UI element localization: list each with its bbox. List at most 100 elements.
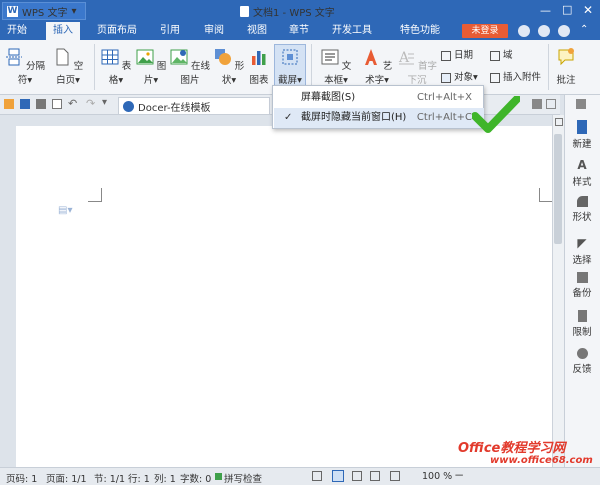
close-button[interactable]: ✕ — [583, 3, 593, 17]
paragraph-options-icon[interactable]: ▤▾ — [58, 205, 72, 216]
field-icon — [490, 50, 500, 61]
new-document-icon — [577, 120, 587, 134]
print-icon[interactable] — [36, 99, 46, 109]
page-view-icon[interactable] — [312, 471, 322, 481]
picture-button[interactable]: 图片▾ — [134, 48, 168, 86]
outline-view-icon[interactable] — [352, 471, 362, 481]
tab-page-layout[interactable]: 页面布局 — [92, 22, 142, 40]
field-button[interactable]: 域 — [490, 47, 520, 61]
redo-icon[interactable]: ↷ — [86, 97, 95, 110]
table-button[interactable]: 表格▾ — [100, 48, 132, 86]
screenshot-button[interactable]: 截屏▾ — [274, 44, 306, 86]
tab-list-icon[interactable] — [532, 99, 542, 109]
login-button[interactable]: 未登录 — [462, 24, 508, 38]
docer-template-tab[interactable]: Docer-在线模板 — [118, 97, 270, 114]
comment-icon — [558, 48, 574, 66]
object-button[interactable]: 对象▾ — [441, 69, 487, 83]
tab-developer[interactable]: 开发工具 — [327, 22, 377, 40]
collapse-ribbon-icon[interactable]: ⌃ — [580, 24, 588, 35]
blank-page-button[interactable]: 空白页▾ — [48, 48, 88, 86]
restore-tab-icon[interactable] — [546, 99, 556, 109]
web-view-icon[interactable] — [370, 471, 380, 481]
tab-review[interactable]: 审阅 — [197, 22, 231, 40]
window-title-text: 文档1 - WPS 文字 — [253, 8, 335, 19]
customize-toolbar-icon[interactable]: ▾ — [102, 97, 107, 108]
status-bar — [0, 467, 600, 485]
online-picture-icon — [170, 49, 188, 65]
undo-icon[interactable]: ↶ — [68, 97, 77, 110]
attachment-button[interactable]: 插入附件 — [490, 69, 546, 83]
preview-icon[interactable] — [52, 99, 62, 109]
online-picture-button[interactable]: 在线图片 — [168, 48, 212, 86]
save-icon[interactable] — [20, 99, 30, 109]
ribbon-divider — [311, 44, 312, 90]
menu-item-hide-window[interactable]: ✓ 截屏时隐藏当前窗口(H) Ctrl+Alt+C — [274, 108, 484, 128]
status-word-count[interactable]: 字数: 0 — [180, 471, 211, 485]
table-icon — [101, 49, 119, 65]
app-menu-button[interactable]: W WPS 文字 ▾ — [2, 2, 86, 20]
margin-mark — [88, 188, 102, 202]
side-select-button[interactable]: ◤ 选择 — [564, 236, 600, 266]
side-new-button[interactable]: 新建 — [564, 120, 600, 150]
skin-icon[interactable] — [518, 25, 530, 37]
document-icon — [240, 6, 249, 17]
wordart-button[interactable]: 艺术字▾ — [359, 48, 395, 86]
tab-section[interactable]: 章节 — [282, 22, 316, 40]
break-button[interactable]: 分隔符▾ — [4, 48, 46, 86]
tab-features[interactable]: 特色功能 — [390, 22, 450, 40]
textbox-button[interactable]: 文本框▾ — [316, 48, 356, 86]
date-button[interactable]: 日期 — [441, 47, 481, 61]
select-cursor-icon: ◤ — [577, 236, 587, 250]
feedback-chat-icon — [576, 348, 588, 359]
zoom-out-button[interactable]: − — [454, 469, 464, 481]
settings-icon[interactable] — [558, 25, 570, 37]
panel-menu-icon[interactable] — [576, 99, 586, 109]
shape-icon — [214, 49, 231, 65]
help-icon[interactable] — [538, 25, 550, 37]
tab-view[interactable]: 视图 — [240, 22, 274, 40]
drop-cap-icon: A — [398, 50, 414, 66]
calendar-icon — [441, 50, 451, 61]
style-icon: A — [577, 158, 587, 172]
side-style-button[interactable]: A 样式 — [564, 158, 600, 188]
side-backup-button[interactable]: 备份 — [564, 272, 600, 299]
tab-references[interactable]: 引用 — [153, 22, 187, 40]
watermark-title: Office教程学习网 — [458, 441, 566, 456]
wps-logo-icon: W — [7, 5, 18, 17]
shape-button[interactable]: 形状▾ — [213, 48, 245, 86]
tab-start[interactable]: 开始 — [2, 22, 32, 40]
document-page[interactable] — [16, 126, 552, 467]
maximize-button[interactable]: □ — [562, 3, 572, 16]
window-title: 文档1 - WPS 文字 — [240, 4, 335, 19]
reading-view-icon[interactable] — [390, 471, 400, 481]
status-column: 列: 1 — [154, 474, 176, 485]
page-break-icon — [5, 48, 22, 66]
minimize-button[interactable]: — — [540, 4, 551, 17]
ruler-toggle-icon[interactable] — [555, 118, 563, 126]
docer-icon — [123, 100, 134, 112]
print-layout-icon[interactable] — [332, 470, 344, 482]
open-folder-icon[interactable] — [4, 99, 14, 109]
side-shape-button[interactable]: 形状 — [564, 196, 600, 223]
textbox-icon — [321, 49, 339, 65]
spell-check-icon — [215, 473, 222, 480]
object-icon — [441, 72, 451, 83]
comment-button[interactable]: 批注 — [553, 48, 579, 86]
screenshot-dropdown-menu: 屏幕截图(S) Ctrl+Alt+X ✓ 截屏时隐藏当前窗口(H) Ctrl+A… — [272, 85, 484, 129]
menu-item-screen-capture[interactable]: 屏幕截图(S) Ctrl+Alt+X — [274, 88, 484, 108]
app-name: WPS 文字 — [22, 7, 68, 19]
scrollbar-thumb[interactable] — [554, 134, 562, 244]
status-spell-check[interactable]: 拼写检查 — [224, 471, 262, 485]
tab-insert[interactable]: 插入 — [46, 22, 80, 40]
zoom-level[interactable]: 100 % — [422, 471, 452, 482]
check-icon: ✓ — [284, 112, 293, 123]
shape-icon — [576, 196, 588, 207]
status-row: 行: 1 — [128, 474, 150, 485]
paperclip-icon — [490, 72, 500, 83]
ribbon-tabs: 开始 插入 页面布局 引用 审阅 视图 章节 开发工具 特色功能 — [0, 22, 600, 40]
margin-mark — [539, 188, 553, 202]
side-restrict-button[interactable]: 限制 — [564, 310, 600, 338]
watermark-url: www.office68.com — [490, 455, 593, 466]
side-feedback-button[interactable]: 反馈 — [564, 348, 600, 375]
chart-button[interactable]: 图表 — [246, 48, 272, 86]
